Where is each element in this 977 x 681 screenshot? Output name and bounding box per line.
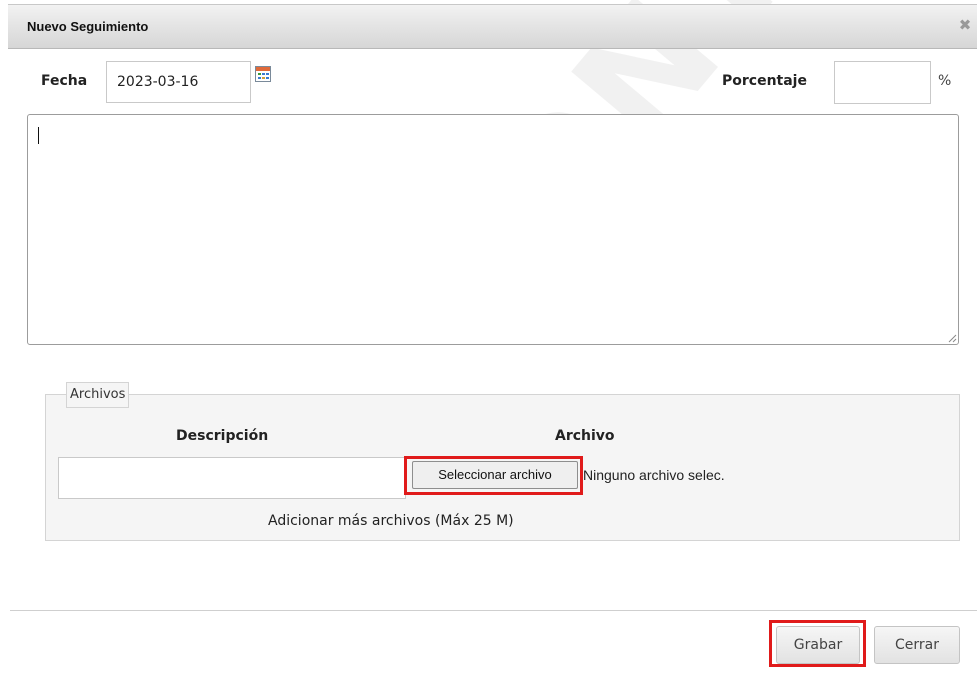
- dialog-title: Nuevo Seguimiento: [27, 19, 149, 34]
- archivo-column-header: Archivo: [555, 428, 615, 444]
- comment-textarea[interactable]: [27, 114, 959, 345]
- resize-grip-icon[interactable]: [947, 333, 957, 343]
- close-icon[interactable]: ✖: [957, 17, 973, 33]
- save-button-highlight: [769, 620, 866, 667]
- calendar-icon[interactable]: [255, 66, 271, 82]
- add-more-files-link[interactable]: Adicionar más archivos (Máx 25 M): [268, 513, 514, 529]
- percent-unit: %: [938, 73, 952, 89]
- fecha-input[interactable]: [106, 61, 251, 103]
- porcentaje-input[interactable]: [834, 61, 931, 104]
- dialog-title-bar: Nuevo Seguimiento ✖: [8, 4, 977, 49]
- no-file-selected-text: Ninguno archivo selec.: [583, 467, 725, 483]
- fecha-label: Fecha: [41, 73, 88, 89]
- descripcion-column-header: Descripción: [176, 428, 269, 444]
- archivos-legend: Archivos: [66, 382, 130, 408]
- select-file-highlight: [404, 456, 583, 495]
- descripcion-input[interactable]: [58, 457, 406, 499]
- close-button[interactable]: Cerrar: [874, 626, 960, 664]
- porcentaje-label: Porcentaje: [722, 73, 807, 89]
- text-caret: [38, 127, 39, 144]
- footer-divider: [10, 610, 977, 611]
